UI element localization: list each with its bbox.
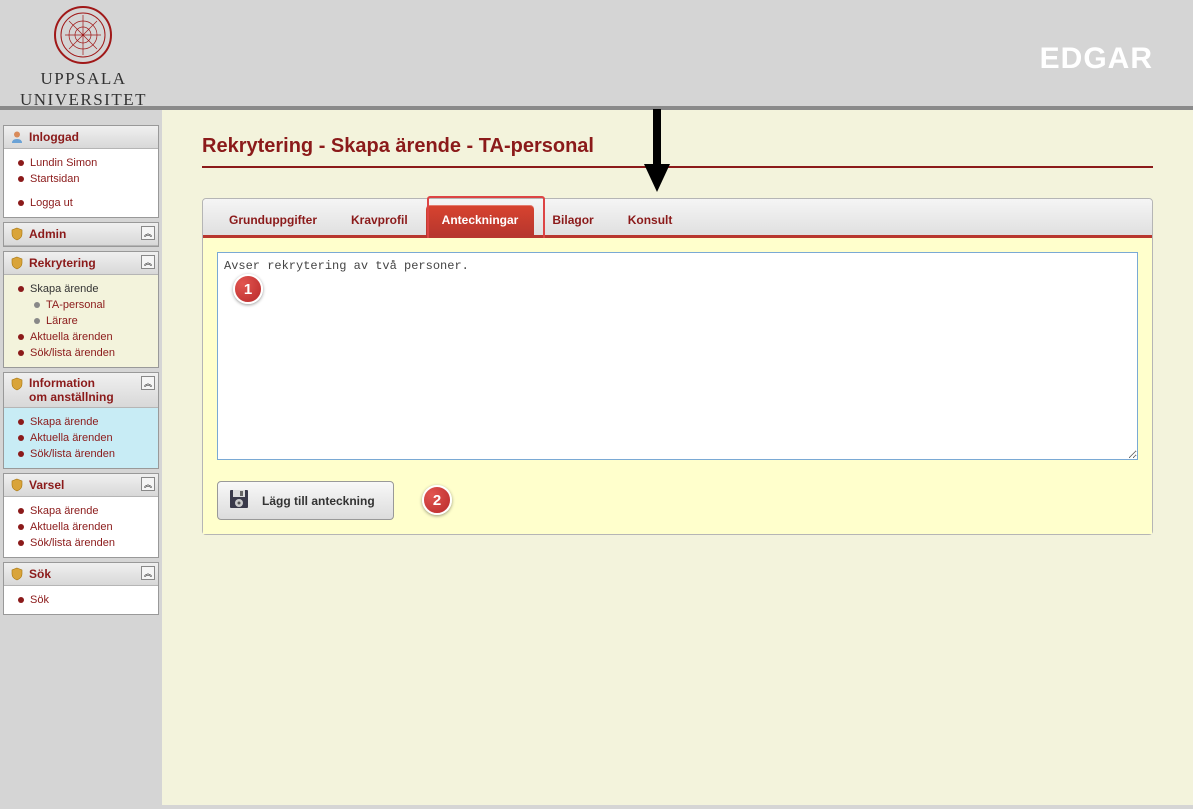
floppy-disk-icon	[228, 488, 250, 513]
tab-panel-anteckningar: 1 L	[203, 238, 1152, 534]
collapse-info[interactable]: ︽	[141, 376, 155, 390]
panel-header-sok: Sök ︽	[4, 563, 158, 586]
nav-info-sok[interactable]: Sök/lista ärenden	[8, 446, 154, 462]
nav-rek-ta[interactable]: TA-personal	[8, 297, 154, 313]
university-seal-icon	[53, 5, 113, 65]
panel-header-admin: Admin ︽	[4, 223, 158, 246]
nav-loggaut[interactable]: Logga ut	[8, 195, 154, 211]
tab-grunduppgifter[interactable]: Grunduppgifter	[213, 205, 333, 235]
arrow-down-icon	[642, 104, 672, 194]
panel-title-varsel: Varsel	[29, 478, 64, 492]
panel-header-info: Informationom anställning ︽	[4, 373, 158, 408]
panel-title-inloggad: Inloggad	[29, 130, 79, 144]
panel-title-info: Informationom anställning	[29, 376, 114, 404]
panel-body-varsel: Skapa ärende Aktuella ärenden Sök/lista …	[4, 497, 158, 557]
shield-icon	[9, 477, 25, 493]
panel-body-rekrytering: Skapa ärende TA-personal Lärare Aktuella…	[4, 275, 158, 367]
tab-bar: Grunduppgifter Kravprofil Anteckningar B…	[203, 199, 1152, 238]
tab-container: Grunduppgifter Kravprofil Anteckningar B…	[202, 198, 1153, 535]
panel-admin: Admin ︽	[3, 222, 159, 247]
nav-info-aktuella[interactable]: Aktuella ärenden	[8, 430, 154, 446]
sidebar: Inloggad Lundin Simon Startsidan Logga u…	[0, 110, 162, 805]
collapse-sok[interactable]: ︽	[141, 566, 155, 580]
nav-varsel-skapa[interactable]: Skapa ärende	[8, 503, 154, 519]
panel-body-info: Skapa ärende Aktuella ärenden Sök/lista …	[4, 408, 158, 468]
panel-body-sok: Sök	[4, 586, 158, 614]
panel-sok: Sök ︽ Sök	[3, 562, 159, 615]
nav-varsel-sok[interactable]: Sök/lista ärenden	[8, 535, 154, 551]
tab-konsult[interactable]: Konsult	[612, 205, 689, 235]
nav-user[interactable]: Lundin Simon	[8, 155, 154, 171]
panel-title-admin: Admin	[29, 227, 66, 241]
collapse-rekrytering[interactable]: ︽	[141, 255, 155, 269]
nav-info-skapa[interactable]: Skapa ärende	[8, 414, 154, 430]
user-icon	[9, 129, 25, 145]
note-textarea[interactable]	[217, 252, 1138, 460]
nav-rek-aktuella[interactable]: Aktuella ärenden	[8, 329, 154, 345]
collapse-varsel[interactable]: ︽	[141, 477, 155, 491]
shield-icon	[9, 376, 25, 392]
button-row: Lägg till anteckning 2	[217, 481, 1138, 520]
panel-inloggad: Inloggad Lundin Simon Startsidan Logga u…	[3, 125, 159, 218]
page-title: Rekrytering - Skapa ärende - TA-personal	[202, 135, 1153, 168]
shield-icon	[9, 226, 25, 242]
nav-rek-sok[interactable]: Sök/lista ärenden	[8, 345, 154, 361]
panel-title-sok: Sök	[29, 567, 51, 581]
annotation-badge-1: 1	[233, 274, 263, 304]
nav-rek-larare[interactable]: Lärare	[8, 313, 154, 329]
nav-rek-skapa[interactable]: Skapa ärende	[8, 281, 154, 297]
nav-sok[interactable]: Sök	[8, 592, 154, 608]
panel-varsel: Varsel ︽ Skapa ärende Aktuella ärenden S…	[3, 473, 159, 558]
tab-bilagor[interactable]: Bilagor	[536, 205, 609, 235]
app-title: EDGAR	[1040, 42, 1153, 76]
panel-info: Informationom anställning ︽ Skapa ärende…	[3, 372, 159, 469]
annotation-badge-2: 2	[422, 485, 452, 515]
app-header: UPPSALA UNIVERSITET EDGAR	[0, 0, 1193, 110]
shield-icon	[9, 255, 25, 271]
panel-header-varsel: Varsel ︽	[4, 474, 158, 497]
tab-anteckningar[interactable]: Anteckningar	[426, 205, 535, 235]
shield-icon	[9, 566, 25, 582]
nav-startsidan[interactable]: Startsidan	[8, 171, 154, 187]
panel-body-inloggad: Lundin Simon Startsidan Logga ut	[4, 149, 158, 217]
add-note-label: Lägg till anteckning	[262, 494, 375, 508]
panel-header-inloggad: Inloggad	[4, 126, 158, 149]
tab-container-wrapper: Grunduppgifter Kravprofil Anteckningar B…	[202, 198, 1153, 535]
university-name-line1: UPPSALA	[20, 70, 147, 89]
panel-header-rekrytering: Rekrytering ︽	[4, 252, 158, 275]
nav-varsel-aktuella[interactable]: Aktuella ärenden	[8, 519, 154, 535]
main-content: Rekrytering - Skapa ärende - TA-personal…	[162, 110, 1193, 805]
panel-rekrytering: Rekrytering ︽ Skapa ärende TA-personal L…	[3, 251, 159, 368]
collapse-admin[interactable]: ︽	[141, 226, 155, 240]
university-name-line2: UNIVERSITET	[20, 91, 147, 110]
add-note-button[interactable]: Lägg till anteckning	[217, 481, 394, 520]
panel-title-rekrytering: Rekrytering	[29, 256, 96, 270]
tab-kravprofil[interactable]: Kravprofil	[335, 205, 424, 235]
logo-area: UPPSALA UNIVERSITET	[20, 5, 147, 109]
